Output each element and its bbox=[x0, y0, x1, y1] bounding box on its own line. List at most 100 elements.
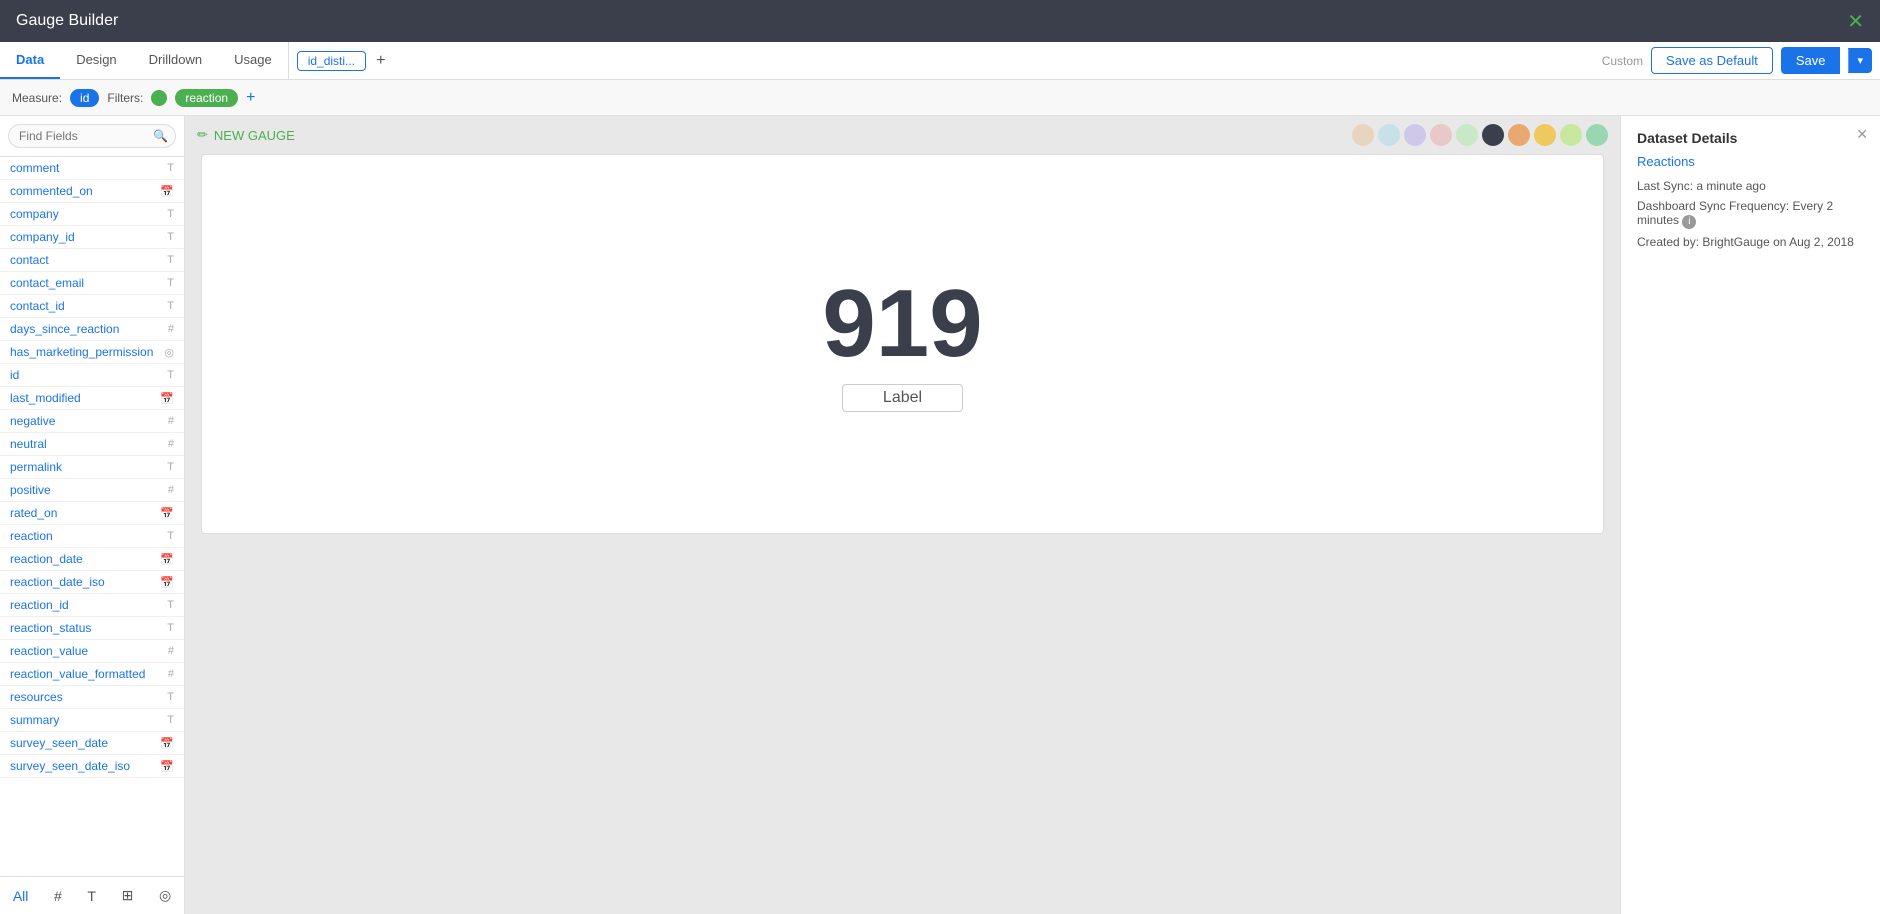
field-name: company_id bbox=[10, 230, 75, 244]
field-item[interactable]: company T bbox=[0, 203, 184, 226]
color-circle-4[interactable] bbox=[1456, 124, 1478, 146]
field-name: reaction_status bbox=[10, 621, 91, 635]
field-type-icon: 📅 bbox=[160, 576, 174, 589]
field-type-icon: # bbox=[168, 415, 174, 427]
field-item[interactable]: contact_idT bbox=[0, 295, 184, 318]
field-name: reaction_id bbox=[10, 598, 69, 612]
created-row: Created by: BrightGauge on Aug 2, 2018 bbox=[1637, 235, 1864, 249]
add-filter-button[interactable]: + bbox=[246, 89, 255, 107]
measure-bar: Measure: id Filters: reaction + bbox=[0, 80, 1880, 116]
field-item[interactable]: reaction_id T bbox=[0, 594, 184, 617]
field-type-icon: T bbox=[167, 208, 174, 220]
field-type-icon: T bbox=[167, 599, 174, 611]
field-item[interactable]: company_id T bbox=[0, 226, 184, 249]
field-type-icon: T bbox=[167, 162, 174, 174]
field-type-icon: T bbox=[167, 622, 174, 634]
gauge-title[interactable]: NEW GAUGE bbox=[214, 128, 295, 143]
sync-freq-row: Dashboard Sync Frequency: Every 2 minute… bbox=[1637, 199, 1864, 229]
field-item[interactable]: reaction_date_iso📅 bbox=[0, 571, 184, 594]
last-sync-label: Last Sync: bbox=[1637, 179, 1693, 193]
field-item[interactable]: reactionT bbox=[0, 525, 184, 548]
field-name: resources bbox=[10, 690, 63, 704]
field-type-icon: 📅 bbox=[160, 760, 174, 773]
tab-data[interactable]: Data bbox=[0, 42, 60, 79]
field-name: permalink bbox=[10, 460, 62, 474]
field-item[interactable]: rated_on📅 bbox=[0, 502, 184, 525]
field-type-icon: T bbox=[167, 714, 174, 726]
color-circle-2[interactable] bbox=[1404, 124, 1426, 146]
field-name: neutral bbox=[10, 437, 47, 451]
field-item[interactable]: resourcesT bbox=[0, 686, 184, 709]
field-item[interactable]: comment T bbox=[0, 157, 184, 180]
add-dataset-button[interactable]: + bbox=[370, 50, 391, 72]
close-button[interactable]: ✕ bbox=[1847, 9, 1864, 34]
field-type-icon: 📅 bbox=[160, 553, 174, 566]
sync-freq-info-icon[interactable]: i bbox=[1682, 215, 1696, 229]
field-item[interactable]: reaction_value_formatted # bbox=[0, 663, 184, 686]
field-name: negative bbox=[10, 414, 55, 428]
field-name: company bbox=[10, 207, 59, 221]
field-type-icon: T bbox=[167, 369, 174, 381]
field-item[interactable]: reaction_status T bbox=[0, 617, 184, 640]
sidebar: 🔍 commentTcommented_on📅companyTcompany_i… bbox=[0, 116, 185, 914]
dataset-name-link[interactable]: Reactions bbox=[1637, 154, 1864, 169]
dataset-tab-0[interactable]: id_disti... bbox=[297, 51, 366, 71]
field-item[interactable]: neutral# bbox=[0, 433, 184, 456]
main-area: 🔍 commentTcommented_on📅companyTcompany_i… bbox=[0, 116, 1880, 914]
field-item[interactable]: idT bbox=[0, 364, 184, 387]
color-circle-5[interactable] bbox=[1482, 124, 1504, 146]
field-item[interactable]: permalinkT bbox=[0, 456, 184, 479]
field-name: days_since_reaction bbox=[10, 322, 119, 336]
filter-all-button[interactable]: All bbox=[5, 884, 37, 908]
field-name: summary bbox=[10, 713, 59, 727]
measure-badge[interactable]: id bbox=[70, 89, 99, 107]
field-type-icon: 📅 bbox=[160, 737, 174, 750]
tab-nav: Data Design Drilldown Usage bbox=[0, 42, 288, 79]
tab-drilldown[interactable]: Drilldown bbox=[133, 42, 218, 79]
save-as-default-button[interactable]: Save as Default bbox=[1651, 47, 1773, 74]
field-name: reaction_value_formatted bbox=[10, 667, 145, 681]
color-circle-3[interactable] bbox=[1430, 124, 1452, 146]
color-circle-9[interactable] bbox=[1586, 124, 1608, 146]
tab-usage[interactable]: Usage bbox=[218, 42, 288, 79]
field-item[interactable]: reaction_date📅 bbox=[0, 548, 184, 571]
field-name: comment bbox=[10, 161, 59, 175]
field-item[interactable]: negative # bbox=[0, 410, 184, 433]
sync-freq-label: Dashboard Sync Frequency: bbox=[1637, 199, 1789, 213]
color-circle-1[interactable] bbox=[1378, 124, 1400, 146]
filter-badge[interactable]: reaction bbox=[175, 89, 238, 107]
filter-table-button[interactable]: ⊞ bbox=[114, 883, 142, 908]
filter-hash-button[interactable]: # bbox=[46, 884, 70, 908]
details-close-button[interactable]: ✕ bbox=[1856, 126, 1868, 143]
field-type-icon: T bbox=[167, 530, 174, 542]
field-item[interactable]: contactT bbox=[0, 249, 184, 272]
tab-design[interactable]: Design bbox=[60, 42, 132, 79]
gauge-label[interactable]: Label bbox=[842, 384, 963, 412]
field-name: contact bbox=[10, 253, 49, 267]
color-circle-6[interactable] bbox=[1508, 124, 1530, 146]
field-item[interactable]: days_since_reaction# bbox=[0, 318, 184, 341]
field-item[interactable]: reaction_value# bbox=[0, 640, 184, 663]
gauge-header: ✏ NEW GAUGE bbox=[185, 116, 1620, 154]
field-item[interactable]: positive# bbox=[0, 479, 184, 502]
field-item[interactable]: last_modified📅 bbox=[0, 387, 184, 410]
field-item[interactable]: has_marketing_permission◎ bbox=[0, 341, 184, 364]
save-button[interactable]: Save bbox=[1781, 47, 1841, 74]
filter-eye-button[interactable]: ◎ bbox=[151, 883, 179, 908]
field-item[interactable]: survey_seen_date_iso📅 bbox=[0, 755, 184, 778]
filter-text-button[interactable]: T bbox=[79, 884, 104, 908]
field-type-icon: T bbox=[167, 231, 174, 243]
color-circle-7[interactable] bbox=[1534, 124, 1556, 146]
field-type-icon: # bbox=[168, 668, 174, 680]
search-input[interactable] bbox=[8, 124, 176, 148]
color-circle-0[interactable] bbox=[1352, 124, 1374, 146]
field-item[interactable]: summary T bbox=[0, 709, 184, 732]
color-circle-8[interactable] bbox=[1560, 124, 1582, 146]
canvas-area: ✏ NEW GAUGE 919 Label bbox=[185, 116, 1620, 914]
field-item[interactable]: contact_emailT bbox=[0, 272, 184, 295]
field-name: survey_seen_date bbox=[10, 736, 108, 750]
field-item[interactable]: survey_seen_date 📅 bbox=[0, 732, 184, 755]
save-dropdown-button[interactable]: ▾ bbox=[1848, 48, 1872, 73]
field-item[interactable]: commented_on📅 bbox=[0, 180, 184, 203]
measure-label: Measure: bbox=[12, 91, 62, 105]
